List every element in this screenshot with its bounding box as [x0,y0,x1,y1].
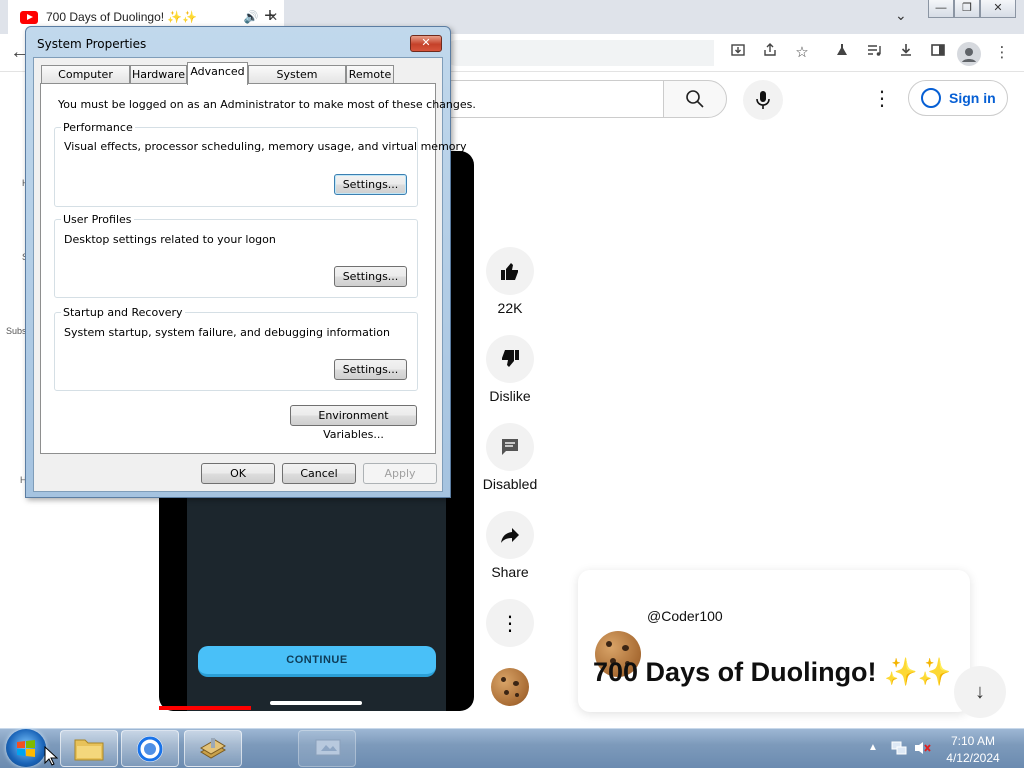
thumbs-up-icon [501,263,518,280]
startup-recovery-label: Startup and Recovery [61,306,185,319]
minimize-button[interactable]: — [928,0,954,18]
taskbar-system-properties[interactable] [298,730,356,767]
search-icon [686,90,704,108]
share-button[interactable] [486,511,534,559]
address-bar[interactable] [444,40,714,66]
tab-hardware[interactable]: Hardware [130,65,187,84]
like-button[interactable] [486,247,534,295]
tab-computer-name[interactable]: Computer Name [41,65,130,99]
bookmark-star-icon[interactable]: ☆ [790,42,814,64]
clock-date[interactable]: 4/12/2024 [930,751,1016,765]
startup-recovery-description: System startup, system failure, and debu… [64,326,390,339]
system-properties-dialog: System Properties ✕ Computer Name Hardwa… [25,26,476,498]
restore-button[interactable]: ❐ [954,0,980,18]
chrome-icon [137,735,163,762]
performance-description: Visual effects, processor scheduling, me… [64,140,467,153]
downloads-icon[interactable] [894,42,918,64]
duolingo-continue-button: CONTINUE [198,646,436,677]
thumbs-down-icon [502,350,519,367]
chrome-menu-icon[interactable]: ⋮ [990,42,1014,64]
like-count: 22K [497,300,523,316]
user-profiles-description: Desktop settings related to your logon [64,233,276,246]
video-progress-bar[interactable] [159,706,251,710]
install-app-icon[interactable] [726,42,750,64]
settings-menu-icon[interactable]: ⋮ [872,86,892,111]
startup-recovery-settings-button[interactable]: Settings... [334,359,407,380]
tab-remote[interactable]: Remote [346,65,394,84]
comment-icon [502,439,518,455]
installer-books-icon [200,737,226,759]
admin-note: You must be logged on as an Administrato… [58,98,476,111]
media-control-icon[interactable] [862,42,886,64]
voice-search-button[interactable] [743,80,783,120]
profile-avatar-icon[interactable] [957,42,981,66]
search-input[interactable] [444,80,664,118]
video-scrubber[interactable] [270,701,362,705]
microphone-icon [756,91,770,109]
sidebar-fragment[interactable]: Subs [6,326,27,336]
search-button[interactable] [663,80,727,118]
channel-name[interactable]: @Coder100 [647,608,723,624]
show-hidden-icons-arrow[interactable]: ▲ [868,742,878,753]
side-panel-icon[interactable] [926,42,950,64]
more-vert-icon: ⋮ [500,612,520,635]
dislike-label: Dislike [489,388,531,404]
dialog-title: System Properties [37,37,147,51]
share-label: Share [491,564,529,580]
close-window-button[interactable]: ✕ [980,0,1016,18]
channel-avatar-small[interactable] [491,668,529,706]
more-actions-button[interactable]: ⋮ [486,599,534,647]
user-profiles-label: User Profiles [61,213,134,226]
account-circle-icon [921,88,941,108]
cancel-button[interactable]: Cancel [282,463,356,484]
mouse-pointer-icon [44,746,58,766]
taskbar-installer[interactable] [184,730,242,767]
youtube-favicon-icon [20,10,38,24]
ok-button[interactable]: OK [201,463,275,484]
share-icon[interactable] [758,42,782,64]
tab-title: 700 Days of Duolingo! ✨✨ [46,10,198,24]
taskbar-file-explorer[interactable] [60,730,118,767]
taskbar-chrome[interactable] [121,730,179,767]
tab-system-protection[interactable]: System Protection [248,65,346,99]
dialog-close-button[interactable]: ✕ [410,35,442,52]
performance-group [54,127,418,207]
tab-advanced[interactable]: Advanced [187,62,248,85]
dislike-button[interactable] [486,335,534,383]
folder-icon [74,739,104,760]
system-icon [315,739,341,756]
comments-button[interactable] [486,423,534,471]
environment-variables-button[interactable]: Environment Variables... [290,405,417,441]
new-tab-button[interactable]: + [258,5,282,28]
performance-settings-button[interactable]: Settings... [334,174,407,195]
comments-label: Disabled [482,476,538,492]
network-icon[interactable] [890,740,908,756]
user-profiles-settings-button[interactable]: Settings... [334,266,407,287]
sign-in-button[interactable]: Sign in [908,80,1008,116]
clock-time[interactable]: 7:10 AM [930,734,1016,748]
labs-flask-icon[interactable] [830,42,854,64]
next-video-down-arrow-icon[interactable]: ↓ [954,666,1006,718]
share-arrow-icon [501,528,519,543]
apply-button[interactable]: Apply [363,463,437,484]
tab-search-button[interactable]: ⌄ [895,7,907,24]
windows-logo-icon [17,740,35,757]
video-title: 700 Days of Duolingo! ✨✨ [593,657,952,687]
sign-in-label: Sign in [949,90,996,106]
volume-muted-icon[interactable] [913,740,931,756]
performance-label: Performance [61,121,135,134]
